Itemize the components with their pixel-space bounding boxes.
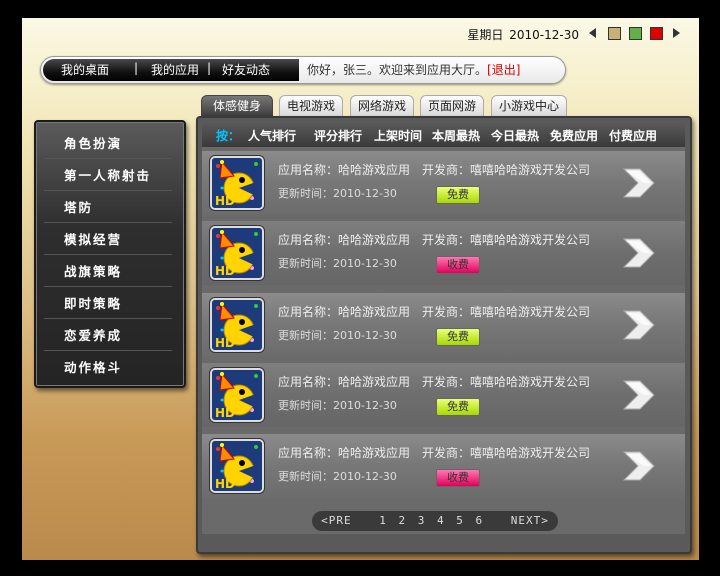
sort-paid-link[interactable]: 付费应用: [609, 127, 657, 144]
date-display: 星期日 2010-12-30: [467, 26, 581, 43]
open-app-arrow-icon[interactable]: [620, 305, 660, 345]
app-update-time: 更新时间：2010-12-30: [278, 399, 397, 412]
tab-motion-fitness[interactable]: 体感健身: [201, 95, 273, 116]
game-app-icon[interactable]: HD: [210, 298, 264, 352]
nav-separator: |: [207, 61, 212, 75]
svg-text:HD: HD: [215, 477, 235, 491]
price-button[interactable]: 免费: [436, 186, 480, 204]
sort-popularity-link[interactable]: 人气排行: [248, 127, 296, 144]
nav-my-desktop-link[interactable]: 我的桌面: [61, 61, 109, 78]
sidebar-item-fighting[interactable]: 动作格斗: [44, 352, 172, 383]
price-button[interactable]: 收费: [436, 469, 480, 487]
app-name: 应用名称：哈哈游戏应用: [278, 446, 411, 460]
app-row[interactable]: HD 应用名称：哈哈游戏应用 开发商：嘻嘻哈哈游戏开发公司 更新时间：2010-…: [202, 363, 685, 427]
app-row[interactable]: HD 应用名称：哈哈游戏应用 开发商：嘻嘻哈哈游戏开发公司 更新时间：2010-…: [202, 434, 685, 498]
sort-today-hot-link[interactable]: 今日最热: [491, 127, 539, 144]
app-name: 应用名称：哈哈游戏应用: [278, 233, 411, 247]
price-button[interactable]: 免费: [436, 398, 480, 416]
genre-sidebar: 角色扮演 第一人称射击 塔防 模拟经营 战旗策略 即时策略 恋爱养成 动作格斗: [34, 120, 186, 388]
sort-bar: 按： 人气排行 评分排行 上架时间 本周最热 今日最热 免费应用 付费应用: [202, 121, 685, 147]
price-button[interactable]: 免费: [436, 328, 480, 346]
open-app-arrow-icon[interactable]: [620, 446, 660, 486]
app-row[interactable]: HD 应用名称：哈哈游戏应用 开发商：嘻嘻哈哈游戏开发公司 更新时间：2010-…: [202, 293, 685, 357]
pager-page-link[interactable]: 5: [456, 514, 464, 527]
sidebar-item-dating-sim[interactable]: 恋爱养成: [44, 320, 172, 351]
swatch-tan-button[interactable]: [608, 27, 621, 40]
sort-week-hot-link[interactable]: 本周最热: [432, 127, 480, 144]
pager-page-link[interactable]: 3: [418, 514, 426, 527]
nav-friend-feed-link[interactable]: 好友动态: [222, 61, 270, 78]
svg-text:HD: HD: [215, 406, 235, 420]
open-app-arrow-icon[interactable]: [620, 375, 660, 415]
tab-online-games[interactable]: 网络游戏: [350, 95, 414, 116]
app-developer: 开发商：嘻嘻哈哈游戏开发公司: [422, 305, 591, 319]
sidebar-item-fps[interactable]: 第一人称射击: [44, 160, 172, 191]
logout-link[interactable]: [退出]: [487, 63, 520, 77]
app-row[interactable]: HD 应用名称：哈哈游戏应用 开发商：嘻嘻哈哈游戏开发公司 更新时间：2010-…: [202, 151, 685, 215]
sidebar-item-war-strategy[interactable]: 战旗策略: [44, 256, 172, 287]
game-app-icon[interactable]: HD: [210, 226, 264, 280]
tab-tv-games[interactable]: 电视游戏: [279, 95, 343, 116]
pager-next-link[interactable]: NEXT>: [511, 514, 549, 527]
open-app-arrow-icon[interactable]: [620, 233, 660, 273]
pager-page-link[interactable]: 2: [399, 514, 407, 527]
open-app-arrow-icon[interactable]: [620, 163, 660, 203]
nav-my-apps-link[interactable]: 我的应用: [151, 61, 199, 78]
weekday-label: 星期日: [467, 28, 504, 42]
sidebar-item-tower-defense[interactable]: 塔防: [44, 192, 172, 223]
game-app-icon[interactable]: HD: [210, 156, 264, 210]
pagination: <PRE 1 2 3 4 5 6 NEXT>: [312, 511, 558, 531]
pager-page-link[interactable]: 1: [379, 514, 387, 527]
app-name: 应用名称：哈哈游戏应用: [278, 305, 411, 319]
pager-page-link[interactable]: 4: [437, 514, 445, 527]
app-row[interactable]: HD 应用名称：哈哈游戏应用 开发商：嘻嘻哈哈游戏开发公司 更新时间：2010-…: [202, 221, 685, 285]
app-update-time: 更新时间：2010-12-30: [278, 329, 397, 342]
sort-rating-link[interactable]: 评分排行: [314, 127, 362, 144]
app-developer: 开发商：嘻嘻哈哈游戏开发公司: [422, 375, 591, 389]
app-stage: 星期日 2010-12-30 我的桌面 | 我的应用 | 好友动态 你好，张三。…: [22, 18, 699, 560]
pager-page-link[interactable]: 6: [476, 514, 484, 527]
app-list-inner: 按： 人气排行 评分排行 上架时间 本周最热 今日最热 免费应用 付费应用 HD…: [202, 121, 685, 534]
app-developer: 开发商：嘻嘻哈哈游戏开发公司: [422, 163, 591, 177]
app-name: 应用名称：哈哈游戏应用: [278, 375, 411, 389]
welcome-text: 你好，张三。欢迎来到应用大厅。: [307, 63, 488, 77]
tab-web-games[interactable]: 页面网游: [420, 95, 484, 116]
svg-text:HD: HD: [215, 194, 235, 208]
svg-text:HD: HD: [215, 336, 235, 350]
app-update-time: 更新时间：2010-12-30: [278, 470, 397, 483]
pager-prev-link[interactable]: <PRE: [321, 514, 352, 527]
welcome-message: 你好，张三。欢迎来到应用大厅。[退出]: [307, 61, 520, 78]
sidebar-item-simulation[interactable]: 模拟经营: [44, 224, 172, 255]
sort-release-link[interactable]: 上架时间: [374, 127, 422, 144]
date-label: 2010-12-30: [509, 28, 579, 42]
app-developer: 开发商：嘻嘻哈哈游戏开发公司: [422, 233, 591, 247]
swatch-green-button[interactable]: [629, 27, 642, 40]
nav-separator: |: [134, 61, 139, 75]
app-update-time: 更新时间：2010-12-30: [278, 187, 397, 200]
tab-mini-games[interactable]: 小游戏中心: [491, 95, 567, 116]
top-nav: 我的桌面 | 我的应用 | 好友动态 你好，张三。欢迎来到应用大厅。[退出]: [40, 56, 566, 84]
app-list-panel: 按： 人气排行 评分排行 上架时间 本周最热 今日最热 免费应用 付费应用 HD…: [196, 116, 692, 554]
sidebar-item-rts[interactable]: 即时策略: [44, 288, 172, 319]
sort-by-label: 按：: [216, 129, 241, 143]
sidebar-item-rpg[interactable]: 角色扮演: [44, 128, 172, 159]
game-app-icon[interactable]: HD: [210, 439, 264, 493]
app-update-time: 更新时间：2010-12-30: [278, 257, 397, 270]
app-name: 应用名称：哈哈游戏应用: [278, 163, 411, 177]
sort-free-link[interactable]: 免费应用: [550, 127, 598, 144]
prev-theme-arrow-icon[interactable]: [589, 28, 596, 38]
price-button[interactable]: 收费: [436, 256, 480, 274]
next-theme-arrow-icon[interactable]: [673, 28, 680, 38]
swatch-red-button[interactable]: [650, 27, 663, 40]
svg-text:HD: HD: [215, 264, 235, 278]
app-developer: 开发商：嘻嘻哈哈游戏开发公司: [422, 446, 591, 460]
game-app-icon[interactable]: HD: [210, 368, 264, 422]
